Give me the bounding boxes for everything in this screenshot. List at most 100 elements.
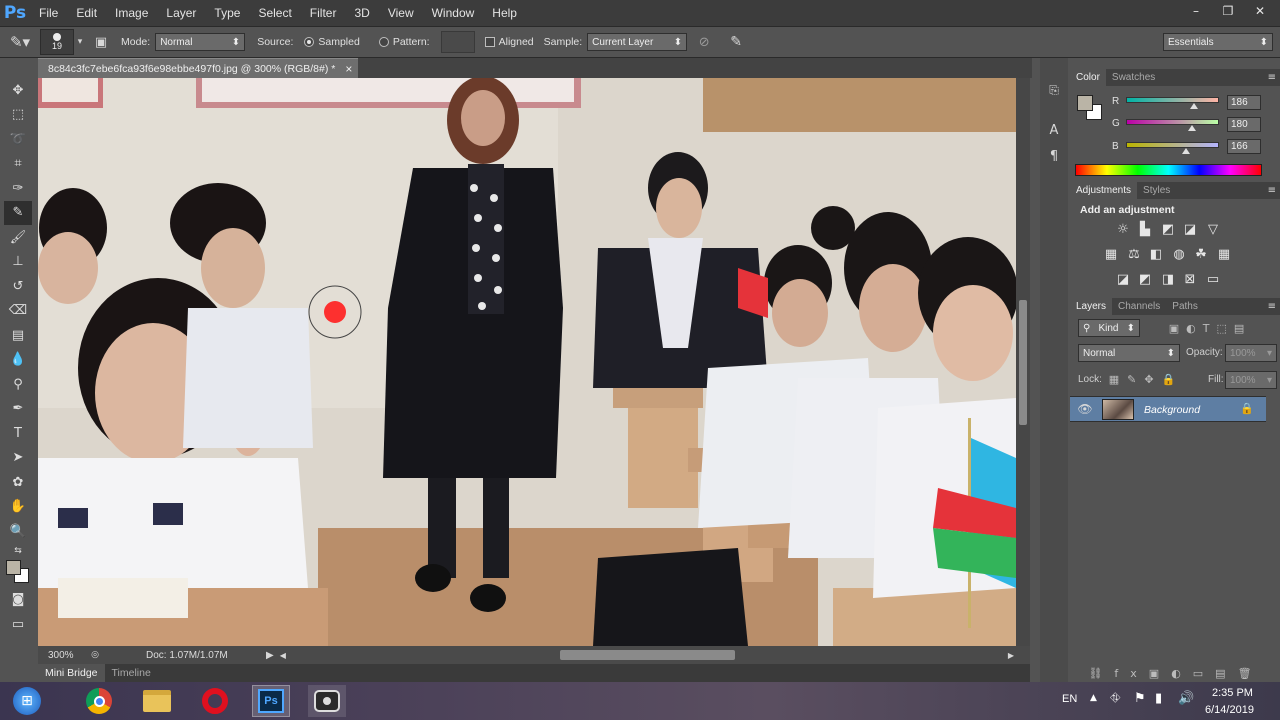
minimize-button[interactable]: – <box>1182 2 1210 20</box>
gradient-tool-icon[interactable]: ▤ <box>4 323 32 348</box>
menu-type[interactable]: Type <box>205 0 249 26</box>
zoom-tool-icon[interactable]: 🔍 <box>4 519 32 544</box>
hue-saturation-icon[interactable]: ▦ <box>1102 246 1120 262</box>
color-spectrum-ramp[interactable] <box>1075 164 1262 176</box>
gradient-map-icon[interactable]: ▭ <box>1204 271 1222 287</box>
eye-visibility-icon[interactable]: 👁 <box>1077 402 1092 416</box>
blue-slider[interactable] <box>1126 142 1219 148</box>
panel-menu-icon[interactable]: ≡ <box>1268 301 1276 312</box>
tab-paths[interactable]: Paths <box>1166 298 1204 315</box>
character-panel-icon[interactable]: A <box>1046 120 1062 140</box>
paragraph-panel-icon[interactable]: ¶ <box>1046 146 1062 166</box>
curves-icon[interactable]: ◩ <box>1159 221 1177 237</box>
opera-taskbar-icon[interactable] <box>196 685 234 717</box>
red-value-field[interactable]: 186 <box>1227 95 1261 110</box>
path-selection-tool-icon[interactable]: ➤ <box>4 446 32 471</box>
close-button[interactable]: ✕ <box>1246 2 1274 20</box>
ignore-adjustment-layers-icon[interactable]: ⊘ <box>687 35 721 50</box>
eyedropper-tool-icon[interactable]: ✑ <box>4 176 32 201</box>
panel-menu-icon[interactable]: ≡ <box>1268 72 1276 83</box>
layer-kind-filter[interactable]: ⚲ Kind ⬍ <box>1078 319 1140 337</box>
clone-source-panel-icon[interactable]: ▣ <box>86 35 116 50</box>
move-tool-icon[interactable]: ✥ <box>4 78 32 103</box>
menu-filter[interactable]: Filter <box>301 0 346 26</box>
photoshop-taskbar-icon[interactable]: Ps <box>252 685 290 717</box>
clock-date[interactable]: 6/14/2019 <box>1205 704 1254 716</box>
panel-menu-icon[interactable]: ≡ <box>1268 185 1276 196</box>
sample-select[interactable]: Current Layer ⬍ <box>587 33 688 51</box>
brightness-contrast-icon[interactable]: ☼ <box>1114 221 1132 237</box>
menu-3d[interactable]: 3D <box>345 0 378 26</box>
network-app-icon[interactable]: ⛗ <box>1110 691 1120 706</box>
volume-icon[interactable]: 🔊 <box>1178 691 1194 706</box>
tab-styles[interactable]: Styles <box>1137 182 1176 199</box>
vertical-scroll-thumb[interactable] <box>1019 300 1027 425</box>
scroll-right-icon[interactable]: ▶ <box>1008 651 1014 660</box>
posterize-icon[interactable]: ◩ <box>1136 271 1154 287</box>
horizontal-scroll-thumb[interactable] <box>560 650 735 660</box>
tab-color[interactable]: Color <box>1070 69 1106 86</box>
healing-brush-preset-icon[interactable]: ✎▾ <box>0 27 40 57</box>
tab-layers[interactable]: Layers <box>1070 298 1113 315</box>
tab-adjustments[interactable]: Adjustments <box>1070 182 1138 199</box>
healing-brush-tool-icon[interactable]: ✎ <box>4 200 32 225</box>
menu-image[interactable]: Image <box>106 0 157 26</box>
mode-select[interactable]: Normal ⬍ <box>155 33 246 51</box>
color-balance-icon[interactable]: ⚖ <box>1125 246 1143 262</box>
brush-picker-arrow-icon[interactable]: ▾ <box>74 37 86 47</box>
pattern-radio[interactable] <box>378 37 389 47</box>
channel-mixer-icon[interactable]: ☘ <box>1192 246 1210 262</box>
chrome-taskbar-icon[interactable] <box>80 685 118 717</box>
aligned-checkbox[interactable] <box>484 37 495 47</box>
threshold-icon[interactable]: ◨ <box>1159 271 1177 287</box>
hand-tool-icon[interactable]: ✋ <box>4 495 32 520</box>
menu-edit[interactable]: Edit <box>67 0 106 26</box>
tab-channels[interactable]: Channels <box>1112 298 1166 315</box>
history-brush-tool-icon[interactable]: ↺ <box>4 274 32 299</box>
clone-stamp-tool-icon[interactable]: ⊥ <box>4 250 32 275</box>
pen-tool-icon[interactable]: ✒ <box>4 397 32 422</box>
blur-tool-icon[interactable]: 💧 <box>4 348 32 373</box>
fill-field[interactable]: 100% ▾ <box>1225 371 1277 389</box>
document-tab[interactable]: 8c84c3fc7ebe6fca93f6e98ebbe497f0.jpg @ 3… <box>38 58 358 78</box>
brush-size-value[interactable]: 19 <box>52 41 62 51</box>
exposure-icon[interactable]: ◪ <box>1181 221 1199 237</box>
layer-row[interactable]: 👁 Background 🔒 <box>1070 396 1266 422</box>
status-menu-arrow-icon[interactable]: ▶ <box>266 650 274 661</box>
start-button[interactable]: ⊞ <box>8 685 46 717</box>
color-foreground-swatch[interactable] <box>1077 95 1093 111</box>
slider-thumb[interactable] <box>1182 148 1191 154</box>
crop-tool-icon[interactable]: ⌗ <box>4 152 32 177</box>
tab-swatches[interactable]: Swatches <box>1106 69 1161 86</box>
black-white-icon[interactable]: ◧ <box>1147 246 1165 262</box>
selective-color-icon[interactable]: ⊠ <box>1181 271 1199 287</box>
invert-icon[interactable]: ◪ <box>1114 271 1132 287</box>
show-hidden-icons-icon[interactable]: ▲ <box>1090 693 1097 703</box>
blue-value-field[interactable]: 166 <box>1227 139 1261 154</box>
tab-timeline[interactable]: Timeline <box>105 667 158 679</box>
marquee-tool-icon[interactable]: ⬚ <box>4 103 32 128</box>
photo-filter-icon[interactable]: ◍ <box>1170 246 1188 262</box>
lasso-tool-icon[interactable]: ➰ <box>4 127 32 152</box>
zoom-level[interactable]: 300% <box>48 650 88 661</box>
eraser-tool-icon[interactable]: ⌫ <box>4 299 32 324</box>
history-panel-icon[interactable]: ⎘ <box>1046 80 1062 100</box>
color-lookup-icon[interactable]: ▦ <box>1215 246 1233 262</box>
menu-help[interactable]: Help <box>483 0 526 26</box>
slider-thumb[interactable] <box>1189 103 1198 109</box>
network-signal-icon[interactable]: ▮ <box>1155 691 1162 706</box>
shape-tool-icon[interactable]: ✿ <box>4 470 32 495</box>
opacity-field[interactable]: 100% ▾ <box>1225 344 1277 362</box>
menu-window[interactable]: Window <box>423 0 484 26</box>
menu-select[interactable]: Select <box>249 0 300 26</box>
language-indicator[interactable]: EN <box>1062 693 1077 705</box>
document-canvas[interactable] <box>38 78 1016 646</box>
green-slider[interactable] <box>1126 119 1219 125</box>
pressure-size-icon[interactable]: ✎ <box>721 34 751 50</box>
flag-action-center-icon[interactable]: ⚑ <box>1134 691 1146 706</box>
menu-layer[interactable]: Layer <box>157 0 205 26</box>
type-tool-icon[interactable]: T <box>4 421 32 446</box>
foreground-color-swatch[interactable] <box>6 559 21 575</box>
lock-icons[interactable]: ▦✎✥🔒 <box>1106 371 1186 387</box>
dodge-tool-icon[interactable]: ⚲ <box>4 372 32 397</box>
